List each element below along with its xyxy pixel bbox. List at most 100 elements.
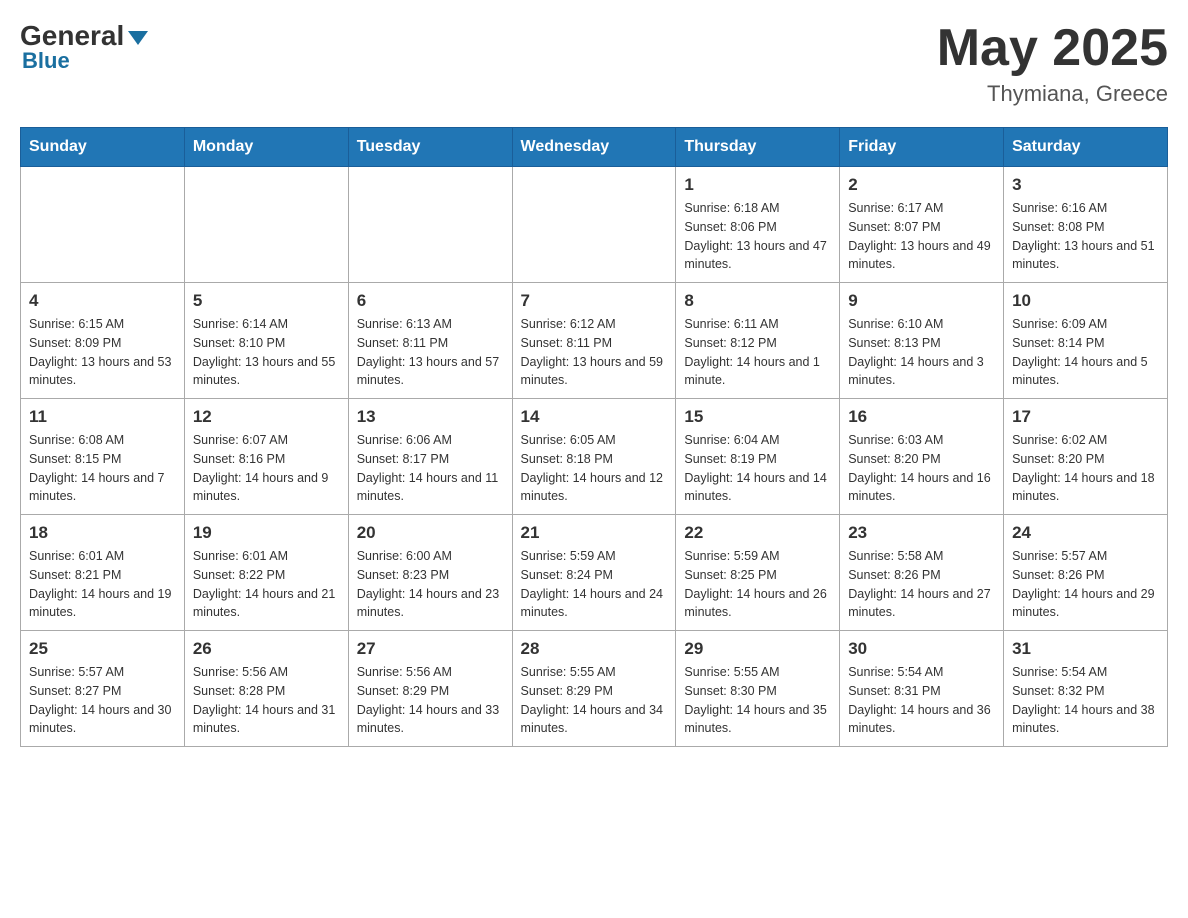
day-number: 19 (193, 523, 340, 543)
day-number: 3 (1012, 175, 1159, 195)
day-number: 12 (193, 407, 340, 427)
calendar-cell: 27 Sunrise: 5:56 AM Sunset: 8:29 PM Dayli… (348, 631, 512, 747)
calendar-cell: 8 Sunrise: 6:11 AM Sunset: 8:12 PM Daylig… (676, 283, 840, 399)
calendar-cell: 9 Sunrise: 6:10 AM Sunset: 8:13 PM Daylig… (840, 283, 1004, 399)
header-saturday: Saturday (1004, 128, 1168, 167)
calendar-cell: 26 Sunrise: 5:56 AM Sunset: 8:28 PM Dayli… (184, 631, 348, 747)
calendar-cell: 2Sunrise: 6:17 AM Sunset: 8:07 PM Daylig… (840, 167, 1004, 283)
day-info: Sunrise: 5:59 AM Sunset: 8:25 PM Dayligh… (684, 547, 831, 622)
month-title: May 2025 (937, 20, 1168, 77)
day-number: 7 (521, 291, 668, 311)
day-info: Sunrise: 6:08 AM Sunset: 8:15 PM Dayligh… (29, 431, 176, 506)
calendar-cell (184, 167, 348, 283)
calendar-cell: 7 Sunrise: 6:12 AM Sunset: 8:11 PM Daylig… (512, 283, 676, 399)
calendar-cell: 15Sunrise: 6:04 AM Sunset: 8:19 PM Dayli… (676, 399, 840, 515)
week-row-1: 1 Sunrise: 6:18 AM Sunset: 8:06 PM Daylig… (21, 167, 1168, 283)
title-area: May 2025 Thymiana, Greece (937, 20, 1168, 107)
location-title: Thymiana, Greece (937, 81, 1168, 107)
calendar-cell: 13Sunrise: 6:06 AM Sunset: 8:17 PM Dayli… (348, 399, 512, 515)
calendar-cell: 24 Sunrise: 5:57 AM Sunset: 8:26 PM Dayli… (1004, 515, 1168, 631)
day-number: 5 (193, 291, 340, 311)
calendar-cell: 6Sunrise: 6:13 AM Sunset: 8:11 PM Daylig… (348, 283, 512, 399)
day-info: Sunrise: 5:54 AM Sunset: 8:31 PM Dayligh… (848, 663, 995, 738)
day-number: 26 (193, 639, 340, 659)
day-info: Sunrise: 6:10 AM Sunset: 8:13 PM Dayligh… (848, 315, 995, 390)
week-row-2: 4Sunrise: 6:15 AM Sunset: 8:09 PM Daylig… (21, 283, 1168, 399)
day-number: 4 (29, 291, 176, 311)
day-number: 9 (848, 291, 995, 311)
day-info: Sunrise: 6:18 AM Sunset: 8:06 PM Dayligh… (684, 199, 831, 274)
header-monday: Monday (184, 128, 348, 167)
day-number: 29 (684, 639, 831, 659)
week-row-5: 25 Sunrise: 5:57 AM Sunset: 8:27 PM Dayli… (21, 631, 1168, 747)
day-info: Sunrise: 5:59 AM Sunset: 8:24 PM Dayligh… (521, 547, 668, 622)
day-info: Sunrise: 6:12 AM Sunset: 8:11 PM Dayligh… (521, 315, 668, 390)
day-number: 1 (684, 175, 831, 195)
day-info: Sunrise: 6:14 AM Sunset: 8:10 PM Dayligh… (193, 315, 340, 390)
logo: General Blue (20, 20, 148, 74)
calendar-cell: 16Sunrise: 6:03 AM Sunset: 8:20 PM Dayli… (840, 399, 1004, 515)
header-thursday: Thursday (676, 128, 840, 167)
day-number: 24 (1012, 523, 1159, 543)
calendar-cell: 4Sunrise: 6:15 AM Sunset: 8:09 PM Daylig… (21, 283, 185, 399)
day-number: 13 (357, 407, 504, 427)
calendar-cell: 11 Sunrise: 6:08 AM Sunset: 8:15 PM Dayli… (21, 399, 185, 515)
day-info: Sunrise: 5:56 AM Sunset: 8:29 PM Dayligh… (357, 663, 504, 738)
calendar-cell: 25 Sunrise: 5:57 AM Sunset: 8:27 PM Dayli… (21, 631, 185, 747)
day-info: Sunrise: 5:58 AM Sunset: 8:26 PM Dayligh… (848, 547, 995, 622)
calendar-cell: 18 Sunrise: 6:01 AM Sunset: 8:21 PM Dayli… (21, 515, 185, 631)
day-info: Sunrise: 6:13 AM Sunset: 8:11 PM Dayligh… (357, 315, 504, 390)
calendar-cell: 12 Sunrise: 6:07 AM Sunset: 8:16 PM Dayli… (184, 399, 348, 515)
day-number: 18 (29, 523, 176, 543)
day-info: Sunrise: 6:00 AM Sunset: 8:23 PM Dayligh… (357, 547, 504, 622)
day-number: 23 (848, 523, 995, 543)
day-number: 25 (29, 639, 176, 659)
week-row-3: 11 Sunrise: 6:08 AM Sunset: 8:15 PM Dayli… (21, 399, 1168, 515)
calendar-cell: 22 Sunrise: 5:59 AM Sunset: 8:25 PM Dayli… (676, 515, 840, 631)
day-info: Sunrise: 6:01 AM Sunset: 8:21 PM Dayligh… (29, 547, 176, 622)
calendar-header-row: SundayMondayTuesdayWednesdayThursdayFrid… (21, 128, 1168, 167)
day-info: Sunrise: 5:57 AM Sunset: 8:27 PM Dayligh… (29, 663, 176, 738)
day-number: 31 (1012, 639, 1159, 659)
calendar-cell: 30 Sunrise: 5:54 AM Sunset: 8:31 PM Dayli… (840, 631, 1004, 747)
day-number: 11 (29, 407, 176, 427)
calendar-table: SundayMondayTuesdayWednesdayThursdayFrid… (20, 127, 1168, 747)
calendar-cell: 31 Sunrise: 5:54 AM Sunset: 8:32 PM Dayli… (1004, 631, 1168, 747)
day-info: Sunrise: 5:55 AM Sunset: 8:30 PM Dayligh… (684, 663, 831, 738)
day-info: Sunrise: 5:55 AM Sunset: 8:29 PM Dayligh… (521, 663, 668, 738)
day-number: 30 (848, 639, 995, 659)
day-info: Sunrise: 5:57 AM Sunset: 8:26 PM Dayligh… (1012, 547, 1159, 622)
calendar-cell: 17Sunrise: 6:02 AM Sunset: 8:20 PM Dayli… (1004, 399, 1168, 515)
day-number: 10 (1012, 291, 1159, 311)
day-info: Sunrise: 6:07 AM Sunset: 8:16 PM Dayligh… (193, 431, 340, 506)
day-number: 15 (684, 407, 831, 427)
day-number: 17 (1012, 407, 1159, 427)
header-tuesday: Tuesday (348, 128, 512, 167)
header-friday: Friday (840, 128, 1004, 167)
calendar-cell: 20 Sunrise: 6:00 AM Sunset: 8:23 PM Dayli… (348, 515, 512, 631)
page-header: General Blue May 2025 Thymiana, Greece (20, 20, 1168, 107)
logo-blue-text: Blue (22, 48, 70, 74)
day-number: 28 (521, 639, 668, 659)
calendar-cell (512, 167, 676, 283)
calendar-cell: 23 Sunrise: 5:58 AM Sunset: 8:26 PM Dayli… (840, 515, 1004, 631)
calendar-cell: 10 Sunrise: 6:09 AM Sunset: 8:14 PM Dayli… (1004, 283, 1168, 399)
day-info: Sunrise: 5:56 AM Sunset: 8:28 PM Dayligh… (193, 663, 340, 738)
day-number: 20 (357, 523, 504, 543)
week-row-4: 18 Sunrise: 6:01 AM Sunset: 8:21 PM Dayli… (21, 515, 1168, 631)
day-info: Sunrise: 6:09 AM Sunset: 8:14 PM Dayligh… (1012, 315, 1159, 390)
day-info: Sunrise: 5:54 AM Sunset: 8:32 PM Dayligh… (1012, 663, 1159, 738)
day-info: Sunrise: 6:11 AM Sunset: 8:12 PM Dayligh… (684, 315, 831, 390)
calendar-cell: 28 Sunrise: 5:55 AM Sunset: 8:29 PM Dayli… (512, 631, 676, 747)
day-info: Sunrise: 6:16 AM Sunset: 8:08 PM Dayligh… (1012, 199, 1159, 274)
day-number: 22 (684, 523, 831, 543)
calendar-cell: 14Sunrise: 6:05 AM Sunset: 8:18 PM Dayli… (512, 399, 676, 515)
day-number: 8 (684, 291, 831, 311)
day-number: 27 (357, 639, 504, 659)
calendar-cell (21, 167, 185, 283)
day-number: 21 (521, 523, 668, 543)
calendar-cell: 21 Sunrise: 5:59 AM Sunset: 8:24 PM Dayli… (512, 515, 676, 631)
calendar-cell: 3 Sunrise: 6:16 AM Sunset: 8:08 PM Daylig… (1004, 167, 1168, 283)
calendar-cell: 29 Sunrise: 5:55 AM Sunset: 8:30 PM Dayli… (676, 631, 840, 747)
day-number: 14 (521, 407, 668, 427)
